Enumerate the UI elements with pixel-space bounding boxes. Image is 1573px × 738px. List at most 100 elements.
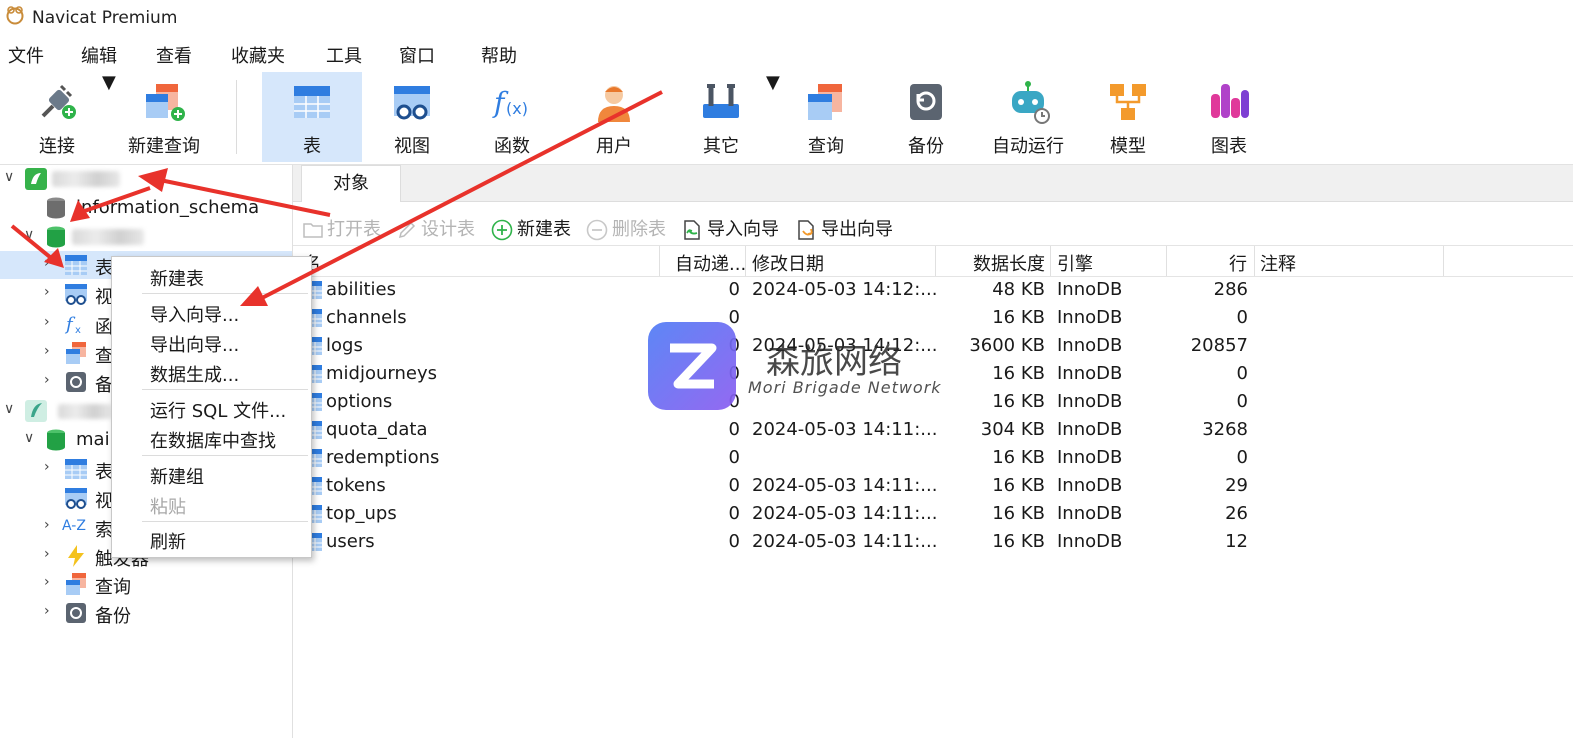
cell-rows: 0 <box>1236 391 1248 412</box>
expand-chevron-icon[interactable]: › <box>44 603 50 619</box>
expand-chevron-icon[interactable]: ∨ <box>4 169 14 185</box>
delete-table-button[interactable]: 删除表 <box>586 215 666 241</box>
connect-button[interactable]: 连接 <box>14 72 100 162</box>
new-query-button[interactable]: 新建查询 <box>118 72 210 162</box>
expand-chevron-icon[interactable]: ∨ <box>4 401 14 417</box>
user-button[interactable]: 用户 <box>564 72 664 162</box>
ctx-new-group[interactable]: 新建组 <box>150 463 204 489</box>
column-divider[interactable] <box>1254 246 1255 276</box>
column-divider[interactable] <box>1166 246 1167 276</box>
column-divider[interactable] <box>1050 246 1051 276</box>
expand-chevron-icon[interactable]: › <box>44 284 50 300</box>
expand-chevron-icon[interactable]: › <box>44 372 50 388</box>
open-folder-icon <box>303 223 323 238</box>
backup-icon <box>66 372 86 392</box>
cell-rows: 20857 <box>1190 335 1248 356</box>
design-table-label: 设计表 <box>421 219 475 240</box>
ctx-import-wizard[interactable]: 导入向导... <box>150 301 239 327</box>
table-row[interactable]: tokens 0 2024-05-03 14:11:... 16 KB InnoDB 29 <box>293 472 1573 500</box>
menu-tools[interactable]: 工具 <box>326 42 362 68</box>
expand-chevron-icon[interactable]: ∨ <box>24 227 34 243</box>
menu-file[interactable]: 文件 <box>8 42 44 68</box>
expand-chevron-icon[interactable]: ∨ <box>24 430 34 446</box>
table-row[interactable]: users 0 2024-05-03 14:11:... 16 KB InnoDB 12 <box>293 528 1573 556</box>
query-button[interactable]: 查询 <box>778 72 874 162</box>
menu-separator <box>142 521 308 522</box>
column-header-comment[interactable]: 注释 <box>1260 250 1296 276</box>
expand-chevron-icon[interactable]: › <box>44 574 50 590</box>
menu-window[interactable]: 窗口 <box>399 42 435 68</box>
chart-button[interactable]: 图表 <box>1180 72 1278 162</box>
automation-button[interactable]: 自动运行 <box>978 72 1078 162</box>
column-divider[interactable] <box>745 246 746 276</box>
table-row[interactable]: top_ups 0 2024-05-03 14:11:... 16 KB InnoDB 2… <box>293 500 1573 528</box>
menu-view[interactable]: 查看 <box>156 42 192 68</box>
column-header-data-length[interactable]: 数据长度 <box>973 250 1045 276</box>
export-wizard-button[interactable]: 导出向导 <box>795 215 893 241</box>
ctx-paste[interactable]: 粘贴 <box>150 493 186 519</box>
column-header-engine[interactable]: 引擎 <box>1057 250 1093 276</box>
expand-chevron-icon[interactable]: › <box>44 459 50 475</box>
function-button[interactable]: f (x) 函数 <box>462 72 562 162</box>
column-header-auto-increment[interactable]: 自动递... <box>675 250 746 276</box>
table-row[interactable]: redemptions 0 16 KB InnoDB 0 <box>293 444 1573 472</box>
tree-information-schema[interactable]: information_schema <box>0 194 292 222</box>
cell-data-length: 3600 KB <box>969 335 1045 356</box>
backup-label: 备份 <box>908 136 944 157</box>
ctx-run-sql-file[interactable]: 运行 SQL 文件... <box>150 397 286 423</box>
cell-rows: 0 <box>1236 307 1248 328</box>
cell-name: midjourneys <box>326 363 437 384</box>
model-icon <box>1110 84 1146 120</box>
cell-engine: InnoDB <box>1057 307 1123 328</box>
ctx-find-in-database[interactable]: 在数据库中查找 <box>150 427 276 453</box>
table-button[interactable]: 表 <box>262 72 362 162</box>
other-button[interactable]: 其它 <box>678 72 764 162</box>
table-row[interactable]: abilities 0 2024-05-03 14:12:... 48 KB InnoD… <box>293 276 1573 304</box>
import-wizard-button[interactable]: 导入向导 <box>681 215 779 241</box>
menu-favorites[interactable]: 收藏夹 <box>231 42 285 68</box>
cell-data-length: 16 KB <box>992 391 1045 412</box>
ctx-export-wizard[interactable]: 导出向导... <box>150 331 239 357</box>
column-divider[interactable] <box>935 246 936 276</box>
new-table-button[interactable]: 新建表 <box>491 215 571 241</box>
column-divider[interactable] <box>659 246 660 276</box>
view-button[interactable]: 视图 <box>362 72 462 162</box>
query-icon <box>808 84 842 120</box>
ctx-data-generation[interactable]: 数据生成... <box>150 361 239 387</box>
ctx-refresh[interactable]: 刷新 <box>150 528 186 554</box>
open-table-label: 打开表 <box>327 219 381 240</box>
menu-help[interactable]: 帮助 <box>481 42 517 68</box>
function-icon: fx <box>64 314 81 336</box>
backup-button[interactable]: 备份 <box>878 72 974 162</box>
tree-database-1[interactable]: ∨ <box>0 223 292 251</box>
menu-edit[interactable]: 编辑 <box>81 42 117 68</box>
table-row[interactable]: quota_data 0 2024-05-03 14:11:... 304 KB Inn… <box>293 416 1573 444</box>
new-table-label: 新建表 <box>517 219 571 240</box>
watermark-subtitle: Mori Brigade Network <box>748 378 942 397</box>
tab-objects[interactable]: 对象 <box>301 165 401 202</box>
expand-chevron-icon[interactable]: › <box>44 314 50 330</box>
ctx-new-table[interactable]: 新建表 <box>150 265 204 291</box>
column-header-modified[interactable]: 修改日期 <box>752 250 824 276</box>
menu-separator <box>142 455 308 456</box>
open-table-button[interactable]: 打开表 <box>303 215 381 241</box>
cell-modified: 2024-05-03 14:11:... <box>752 531 938 552</box>
index-az-icon: A-Z <box>62 518 86 534</box>
design-table-button[interactable]: 设计表 <box>397 215 475 241</box>
schema-name: information_schema <box>76 197 260 218</box>
expand-chevron-icon[interactable]: › <box>44 343 50 359</box>
tree-main-backups[interactable]: › 备份 <box>0 599 292 627</box>
tree-main-queries[interactable]: › 查询 <box>0 570 292 598</box>
expand-chevron-icon[interactable]: › <box>44 517 50 533</box>
tab-strip: 对象 <box>293 165 1573 202</box>
cell-engine: InnoDB <box>1057 363 1123 384</box>
expand-chevron-icon[interactable]: › <box>44 546 50 562</box>
tree-connection-1[interactable]: ∨ <box>0 165 292 193</box>
connect-dropdown-icon[interactable]: ▼ <box>102 72 116 162</box>
expand-chevron-icon[interactable]: › <box>44 255 50 271</box>
column-divider[interactable] <box>1443 246 1444 276</box>
cell-auto-increment: 0 <box>728 279 740 300</box>
blurred-connection-name <box>58 404 112 419</box>
model-button[interactable]: 模型 <box>1080 72 1176 162</box>
column-header-rows[interactable]: 行 <box>1229 250 1247 276</box>
